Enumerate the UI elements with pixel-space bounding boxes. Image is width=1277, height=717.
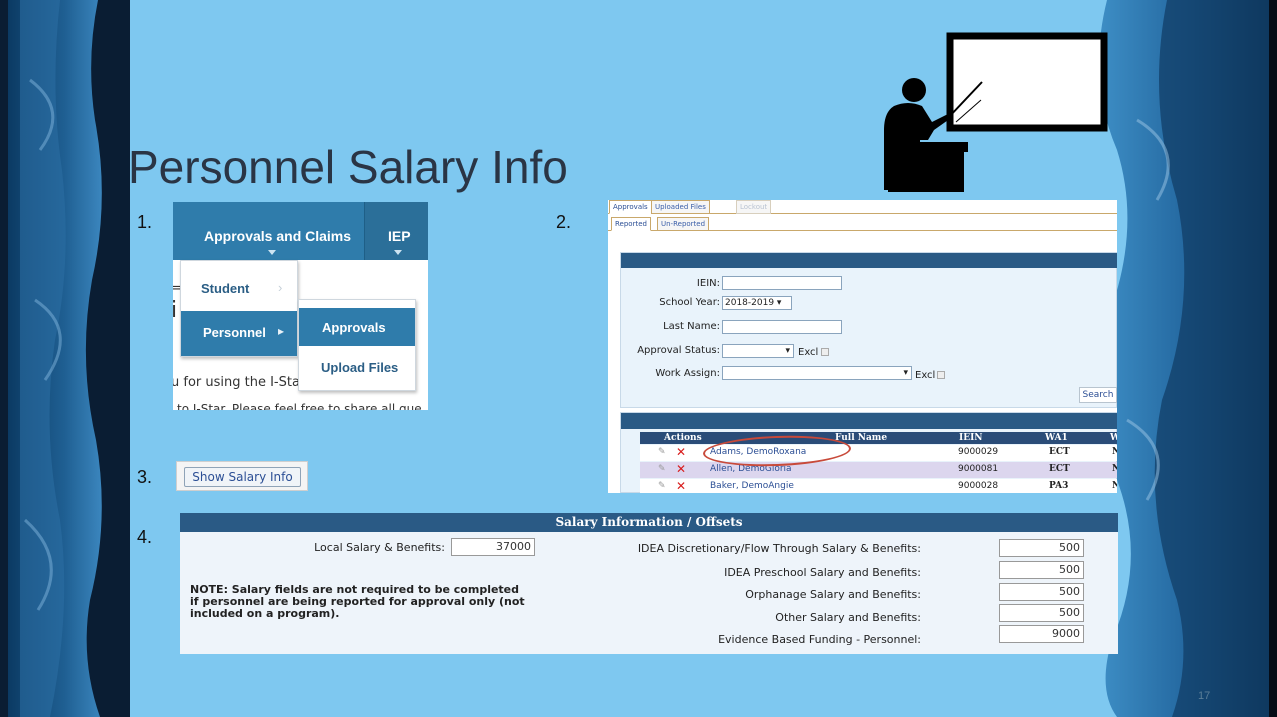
idea-discretionary-label: IDEA Discretionary/Flow Through Salary &…	[637, 542, 921, 555]
tab-reported[interactable]: Reported	[611, 217, 651, 231]
tab-un-reported[interactable]: Un-Reported	[657, 217, 710, 231]
grid-column-headers: Actions Full Name IEIN WA1 W	[640, 432, 1117, 444]
evidence-based-funding-input[interactable]: 9000	[999, 625, 1084, 643]
menu-item-label: Personnel	[203, 325, 266, 340]
tab-lockout[interactable]: Lockout	[736, 200, 772, 214]
idea-preschool-input[interactable]: 500	[999, 561, 1084, 579]
step-3-label: 3.	[137, 467, 153, 487]
salary-panel-header: Salary Information / Offsets	[180, 513, 1118, 532]
iein-input[interactable]	[722, 276, 842, 290]
delete-x-icon[interactable]: ✕	[676, 445, 686, 459]
show-salary-screenshot: Show Salary Info	[176, 461, 308, 491]
slide-number: 17	[1198, 690, 1211, 702]
row-w: N	[1112, 447, 1117, 457]
slide-title: Personnel Salary Info	[128, 141, 568, 193]
salary-note: NOTE: Salary fields are not required to …	[190, 583, 525, 620]
row-iein: 9000081	[958, 464, 999, 474]
other-salary-label: Other Salary and Benefits:	[775, 611, 921, 624]
row-wa1: PA3	[1049, 481, 1069, 491]
submenu: Approvals Upload Files	[298, 299, 416, 391]
last-name-label: Last Name:	[663, 321, 720, 332]
row-iein: 9000028	[958, 481, 999, 491]
table-row[interactable]: ✎ ✕ Allen, DemoGloria 9000081 ECT N	[640, 462, 1117, 478]
school-year-select[interactable]: 2018-2019 ▾	[722, 296, 792, 310]
delete-x-icon[interactable]: ✕	[676, 462, 686, 476]
iein-label: IEIN:	[696, 278, 720, 289]
slide: Personnel Salary Info 1. 2. 3. 4. Approv…	[0, 0, 1277, 717]
table-row[interactable]: ✎ ✕ Baker, DemoAngie 9000028 PA3 N	[640, 479, 1117, 493]
excl-label: Excl	[915, 370, 936, 381]
col-wa1[interactable]: WA1	[1045, 432, 1068, 444]
step-4-label: 4.	[137, 527, 153, 547]
approval-status-label: Approval Status:	[637, 345, 720, 356]
menu-item-label: Student	[201, 281, 250, 296]
background-text-fragment: i	[173, 298, 178, 323]
menu-screenshot: Approvals and Claims IEP = i u for using…	[173, 202, 428, 410]
delete-x-icon[interactable]: ✕	[676, 479, 686, 493]
local-salary-input[interactable]: 37000	[451, 538, 535, 556]
work-assign-label: Work Assign:	[655, 368, 720, 379]
submenu-item-upload-files[interactable]: Upload Files	[321, 360, 398, 375]
orphanage-label: Orphanage Salary and Benefits:	[745, 588, 921, 601]
row-wa1: ECT	[1049, 447, 1070, 457]
form-header	[621, 253, 1117, 268]
other-salary-input[interactable]: 500	[999, 604, 1084, 622]
last-name-input[interactable]	[722, 320, 842, 334]
chevron-down-icon	[394, 250, 402, 255]
edit-pencil-icon[interactable]: ✎	[658, 464, 666, 474]
step-1-label: 1.	[137, 212, 153, 232]
left-frame-decoration	[0, 0, 130, 717]
background-text-line: to I-Star. Please feel free to share all…	[177, 402, 422, 410]
menu-item-personnel[interactable]: Personnel ▸	[181, 311, 297, 356]
nav-iep[interactable]: IEP	[388, 228, 411, 244]
school-year-value: 2018-2019	[725, 298, 775, 308]
edit-pencil-icon[interactable]: ✎	[658, 447, 666, 457]
idea-preschool-label: IDEA Preschool Salary and Benefits:	[724, 566, 921, 579]
chevron-right-icon: ›	[278, 280, 283, 295]
col-actions: Actions	[664, 433, 702, 443]
nav-approvals-and-claims[interactable]: Approvals and Claims	[204, 228, 351, 244]
local-salary-label: Local Salary & Benefits:	[314, 541, 445, 554]
row-full-name[interactable]: Baker, DemoAngie	[710, 481, 794, 491]
edit-pencil-icon[interactable]: ✎	[658, 481, 666, 491]
work-assign-select[interactable]: ▾	[722, 366, 912, 380]
chevron-down-icon	[268, 250, 276, 255]
dropdown-menu: Student › Personnel ▸	[180, 260, 298, 357]
approval-status-excl-checkbox[interactable]	[821, 348, 829, 356]
chevron-right-icon: ▸	[278, 324, 285, 338]
grid-header-bar	[621, 413, 1117, 429]
show-salary-info-button[interactable]: Show Salary Info	[184, 467, 301, 487]
submenu-item-approvals[interactable]: Approvals	[299, 308, 415, 346]
row-w: N	[1112, 464, 1117, 474]
work-assign-excl-checkbox[interactable]	[937, 371, 945, 379]
excl-label: Excl	[798, 347, 819, 358]
submenu-item-label: Approvals	[322, 320, 386, 335]
school-year-label: School Year:	[659, 297, 720, 308]
tab-approvals[interactable]: Approvals	[609, 200, 652, 214]
background-text-line: u for using the I-Sta	[173, 375, 300, 390]
col-w[interactable]: W	[1110, 432, 1117, 444]
row-iein: 9000029	[958, 447, 999, 457]
menu-item-student[interactable]: Student ›	[181, 269, 297, 307]
idea-discretionary-input[interactable]: 500	[999, 539, 1084, 557]
approval-status-select[interactable]: ▾	[722, 344, 794, 358]
evidence-based-funding-label: Evidence Based Funding - Personnel:	[718, 633, 921, 646]
row-wa1: ECT	[1049, 464, 1070, 474]
salary-information-panel: Salary Information / Offsets Local Salar…	[180, 513, 1118, 654]
tab-uploaded-files[interactable]: Uploaded Files	[651, 200, 710, 214]
search-button[interactable]: Search	[1079, 387, 1117, 403]
col-iein[interactable]: IEIN	[959, 432, 983, 444]
row-w: N	[1112, 481, 1117, 491]
orphanage-input[interactable]: 500	[999, 583, 1084, 601]
approvals-screenshot: Approvals Uploaded Files Lockout Reporte…	[608, 200, 1117, 493]
teacher-board-icon	[884, 32, 1108, 192]
step-2-label: 2.	[556, 212, 572, 232]
